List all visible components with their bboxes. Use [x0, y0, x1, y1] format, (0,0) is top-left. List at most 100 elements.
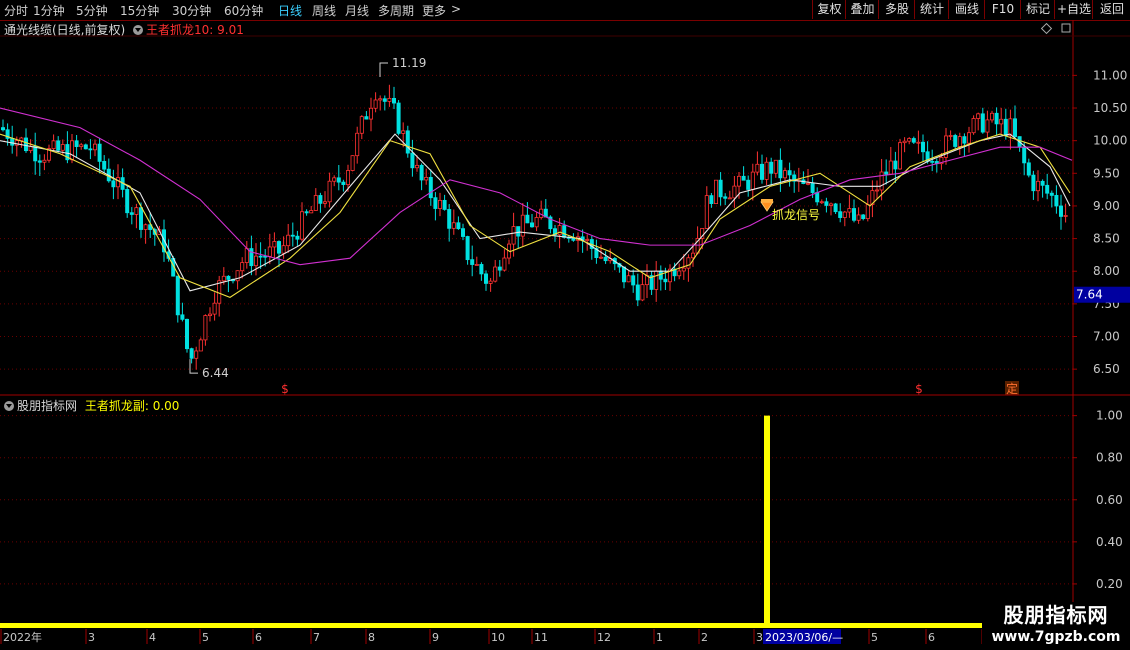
candle-body: [714, 179, 719, 204]
candle-body: [295, 235, 300, 240]
candle-body: [557, 225, 562, 236]
watermark-title: 股朋指标网: [1003, 603, 1109, 627]
candle-body: [102, 160, 107, 170]
candle-body: [129, 212, 134, 215]
candle-body: [470, 259, 475, 265]
candle-body: [525, 214, 530, 224]
candle-body: [755, 163, 760, 173]
candle-body: [433, 197, 438, 209]
candle-body: [691, 252, 696, 259]
watermark-url: www.7gpzb.com: [991, 629, 1121, 645]
candle-body: [884, 171, 889, 175]
candle-body: [189, 348, 194, 359]
candle-body: [493, 266, 498, 282]
candle-body: [249, 248, 254, 267]
candle-body: [378, 98, 383, 101]
x-tick-label: 2022年: [3, 630, 42, 644]
candle-body: [456, 222, 461, 230]
candle-body: [783, 170, 788, 179]
candle-body: [847, 208, 852, 213]
x-tick-label: 6: [255, 631, 262, 644]
candle-body: [990, 112, 995, 121]
x-tick-label: 7: [313, 631, 320, 644]
signal-label: 抓龙信号: [772, 208, 820, 222]
candle-body: [175, 275, 180, 316]
candle-body: [953, 135, 958, 147]
square-icon[interactable]: [1061, 23, 1071, 33]
candle-body: [355, 132, 360, 157]
chart-canvas[interactable]: 11.196.44抓龙信号$ $ 定 11.0010.5010.009.509.00…: [0, 0, 1130, 650]
x-tick-label: 4: [149, 631, 156, 644]
candle-body: [681, 267, 686, 272]
candle-body: [994, 112, 999, 125]
x-tick-label: 5: [202, 631, 209, 644]
candle-body: [23, 137, 28, 152]
candle-body: [686, 257, 691, 269]
candle-body: [654, 270, 659, 290]
candle-body: [226, 275, 231, 280]
candle-body: [534, 217, 539, 228]
x-tick-label: 11: [534, 631, 548, 644]
candle-body: [56, 140, 61, 151]
signal-diamond-top: [761, 199, 773, 202]
candle-body: [387, 97, 392, 102]
candle-body: [479, 264, 484, 275]
sub-y-tick-label: 1.00: [1096, 409, 1123, 423]
candle-body: [60, 144, 65, 151]
candle-body: [497, 266, 502, 271]
candle-body: [116, 177, 121, 188]
candle-body: [511, 226, 516, 245]
y-tick-label: 8.50: [1093, 232, 1120, 246]
candle-body: [723, 196, 728, 199]
candle-body: [585, 239, 590, 241]
x-tick-label: 6: [928, 631, 935, 644]
candle-body: [70, 140, 75, 161]
candle-body: [829, 203, 834, 206]
candle-body: [879, 171, 884, 191]
candle-body: [240, 262, 245, 272]
candle-body: [134, 207, 139, 215]
candle-body: [1031, 174, 1036, 192]
candle-body: [318, 195, 323, 204]
candle-body: [852, 208, 857, 221]
candle-body: [258, 255, 263, 258]
low-label: 6.44: [202, 366, 229, 380]
x-tick-label: 2: [701, 631, 708, 644]
candle-body: [502, 257, 507, 271]
candle-body: [244, 248, 249, 263]
candle-body: [930, 160, 935, 163]
candle-body: [391, 97, 396, 104]
candle-body: [37, 160, 42, 163]
candle-body: [967, 132, 972, 144]
candle-body: [488, 280, 493, 284]
candle-body: [97, 143, 102, 162]
candle-body: [916, 141, 921, 144]
x-tick-label: 3: [756, 631, 763, 644]
candle-body: [281, 245, 286, 254]
candle-body: [79, 144, 84, 147]
candle-body: [856, 214, 861, 221]
candle-body: [746, 179, 751, 190]
diamond-icon[interactable]: [1040, 22, 1053, 35]
candle-body: [207, 313, 212, 316]
candle-body: [957, 136, 962, 147]
candle-body: [622, 266, 627, 283]
marker-label: 定: [1006, 381, 1018, 396]
candle-body: [976, 113, 981, 119]
sub-y-tick-label: 0.20: [1096, 577, 1123, 591]
candle-body: [806, 182, 811, 185]
candle-body: [1054, 194, 1059, 207]
sub-y-tick-label: 0.60: [1096, 493, 1123, 507]
y-tick-label: 11.00: [1093, 68, 1127, 82]
candle-body: [93, 143, 98, 151]
candle-body: [235, 270, 240, 282]
candle-body: [663, 278, 668, 283]
candle-body: [350, 155, 355, 171]
candle-body: [125, 189, 130, 214]
candle-body: [1036, 180, 1041, 192]
candle-body: [322, 201, 327, 204]
candle-body: [971, 118, 976, 134]
candle-body: [447, 209, 452, 229]
candle-body: [773, 159, 778, 174]
candle-body: [1022, 146, 1027, 164]
